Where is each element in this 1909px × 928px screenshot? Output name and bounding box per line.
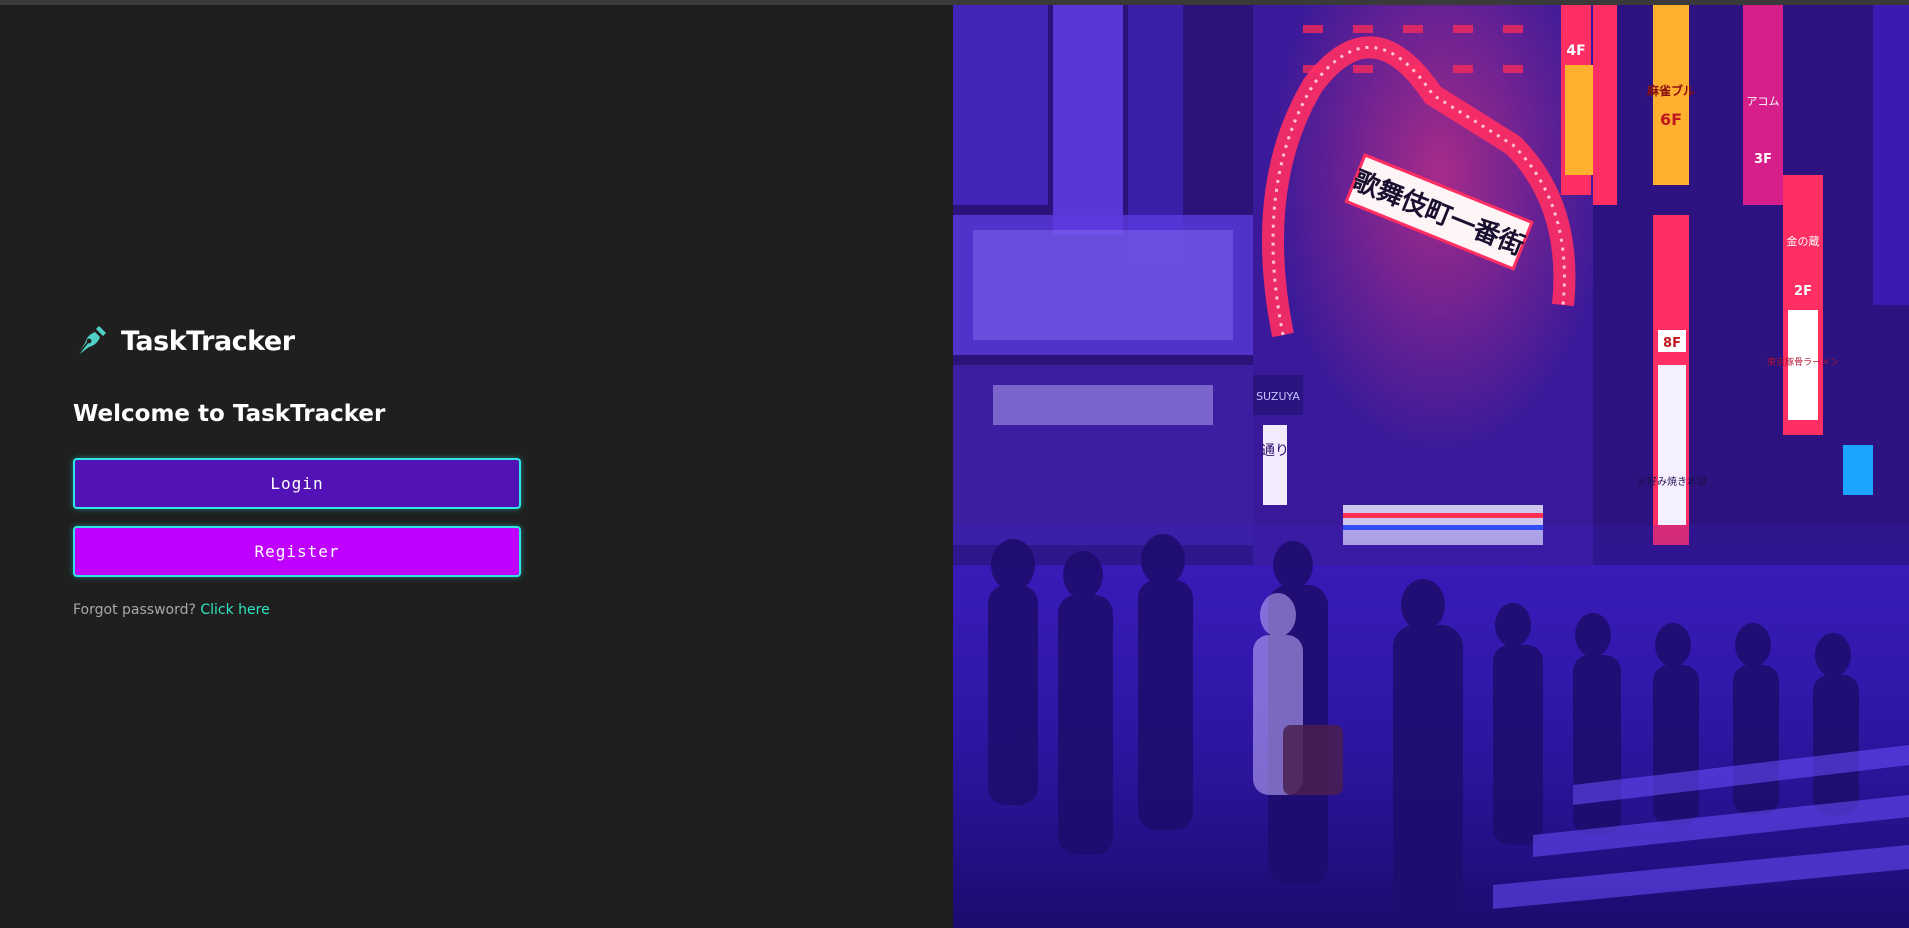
svg-text:8F: 8F: [1663, 336, 1681, 351]
login-panel: TaskTracker Welcome to TaskTracker Login…: [0, 5, 953, 928]
svg-text:6F: 6F: [1660, 110, 1682, 129]
svg-text:お好み焼き本舗: お好み焼き本舗: [1637, 475, 1707, 488]
welcome-heading: Welcome to TaskTracker: [73, 401, 386, 427]
pen-nib-icon: [76, 326, 106, 357]
svg-text:麻雀ブル: 麻雀ブル: [1646, 83, 1695, 98]
app-name: TaskTracker: [121, 325, 295, 357]
svg-text:金の蔵: 金の蔵: [1787, 234, 1820, 248]
city-street-photo: 歌舞伎町一番街 通り SUZUYA 4F 6F 麻雀ブル 8F お好み焼き本舗 …: [953, 5, 1909, 928]
svg-text:アコム: アコム: [1747, 95, 1780, 108]
login-button[interactable]: Login: [73, 458, 521, 509]
svg-text:SUZUYA: SUZUYA: [1256, 390, 1300, 403]
forgot-password-link[interactable]: Click here: [200, 602, 269, 618]
forgot-password-text: Forgot password?: [73, 602, 196, 618]
street-sign: 通り: [1261, 443, 1289, 459]
forgot-password-row: Forgot password? Click here: [73, 602, 270, 618]
svg-text:東京豚骨ラーメン: 東京豚骨ラーメン: [1767, 356, 1839, 368]
svg-text:3F: 3F: [1754, 152, 1772, 167]
svg-text:4F: 4F: [1566, 43, 1585, 59]
hero-image: 歌舞伎町一番街 通り SUZUYA 4F 6F 麻雀ブル 8F お好み焼き本舗 …: [953, 5, 1909, 928]
brand: TaskTracker: [73, 323, 295, 359]
register-button[interactable]: Register: [73, 526, 521, 577]
svg-text:2F: 2F: [1794, 284, 1812, 299]
